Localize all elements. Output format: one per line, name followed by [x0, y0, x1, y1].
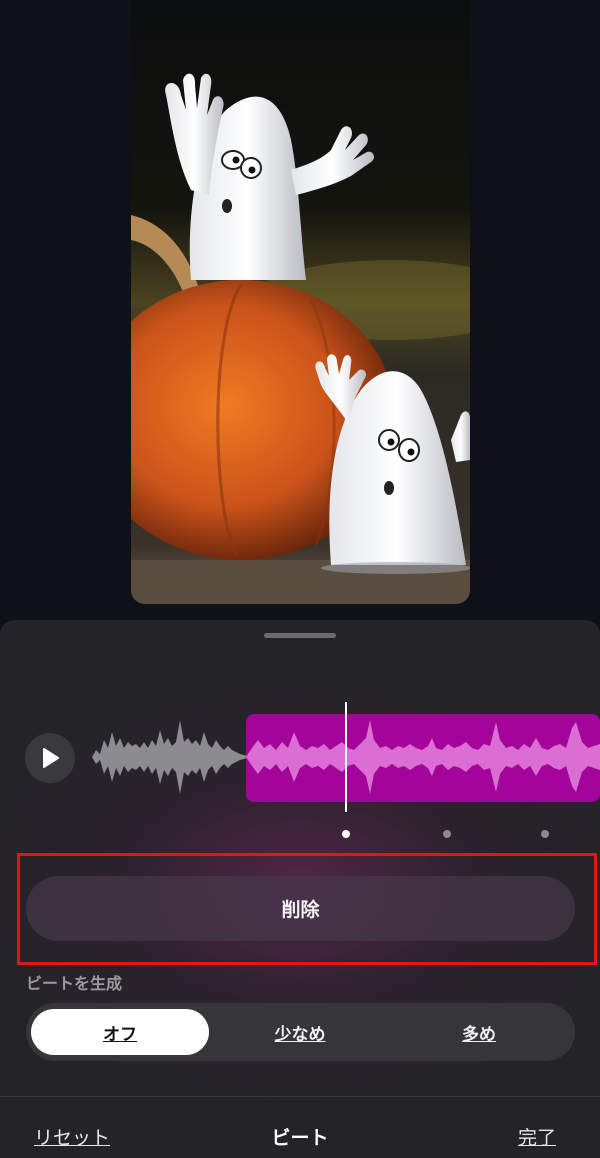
pager-dot-3[interactable]: [541, 830, 549, 838]
play-button[interactable]: [25, 733, 75, 783]
unselected-waveform: [92, 720, 248, 794]
bottom-toolbar: リセット ビート 完了: [0, 1096, 600, 1158]
toolbar-title: ビート: [271, 1127, 329, 1149]
beat-option-off[interactable]: オフ: [31, 1009, 209, 1055]
done-button[interactable]: 完了: [518, 1123, 556, 1150]
beat-option-many[interactable]: 多め: [390, 1009, 568, 1055]
beat-generation-label: ビートを生成: [26, 974, 123, 993]
sheet-drag-handle[interactable]: [264, 633, 336, 638]
delete-button-label: 削除: [281, 899, 320, 921]
audio-waveform[interactable]: [92, 702, 600, 812]
play-icon: [39, 747, 61, 769]
video-preview-area: [0, 0, 600, 620]
beat-bottom-sheet: 削除 ビートを生成 オフ 少なめ 多め リセット ビート 完了: [0, 620, 600, 1158]
beat-generation-selector: オフ 少なめ 多め: [26, 1003, 575, 1061]
pager-dots: [0, 828, 600, 840]
beat-option-few[interactable]: 少なめ: [211, 1009, 389, 1055]
pager-dot-2[interactable]: [443, 830, 451, 838]
delete-button[interactable]: 削除: [26, 876, 575, 941]
video-preview-image: [131, 0, 470, 604]
pager-dot-1[interactable]: [342, 830, 350, 838]
